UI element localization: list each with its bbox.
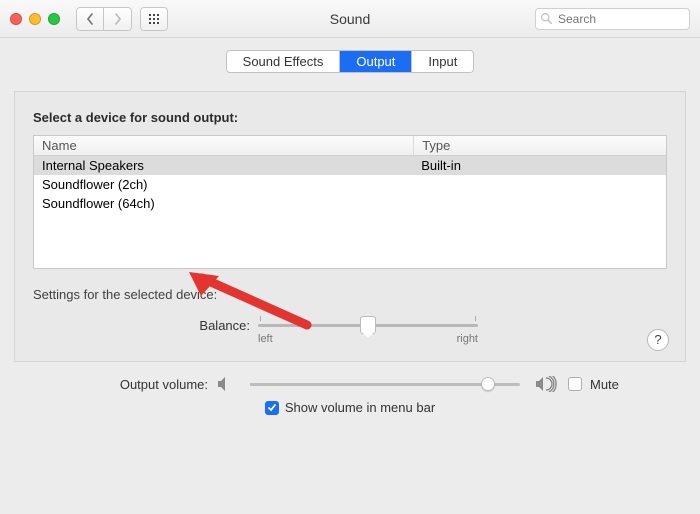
toolbar: Sound [0,0,700,38]
device-table: Name Type Internal Speakers Built-in Sou… [33,135,667,269]
table-row[interactable]: Soundflower (2ch) [34,175,666,194]
column-header-type[interactable]: Type [413,136,666,155]
device-type [413,194,666,213]
device-list[interactable]: Internal Speakers Built-in Soundflower (… [34,156,666,268]
table-row[interactable]: Internal Speakers Built-in [34,156,666,175]
search-icon [540,12,553,25]
search-input[interactable] [535,8,690,30]
balance-thumb[interactable] [360,316,376,334]
balance-control: Balance: left right [33,316,667,345]
tab-input[interactable]: Input [412,51,473,72]
output-pane: Select a device for sound output: Name T… [14,91,686,362]
forward-button[interactable] [104,7,132,31]
tab-output[interactable]: Output [340,51,412,72]
footer-controls: Output volume: Mute Show volume in menu … [28,376,672,415]
minimize-window-button[interactable] [29,13,41,25]
balance-right-label: right [457,333,478,345]
mute-checkbox[interactable] [568,377,582,391]
volume-label: Output volume: [28,377,208,392]
tab-bar: Sound Effects Output Input [0,50,700,73]
column-header-name[interactable]: Name [34,136,413,155]
table-row[interactable]: Soundflower (64ch) [34,194,666,213]
zoom-window-button[interactable] [48,13,60,25]
menubar-checkbox[interactable] [265,401,279,415]
settings-heading: Settings for the selected device: [33,287,667,302]
mute-label: Mute [590,377,619,392]
device-type: Built-in [413,156,666,175]
volume-thumb[interactable] [481,377,495,391]
device-name: Soundflower (64ch) [34,194,413,213]
speaker-max-icon [534,376,560,392]
balance-slider[interactable] [258,324,478,327]
balance-slider-container: left right [258,316,667,345]
window-controls [10,13,60,25]
device-name: Soundflower (2ch) [34,175,413,194]
tab-sound-effects[interactable]: Sound Effects [227,51,341,72]
device-name: Internal Speakers [34,156,413,175]
volume-row: Output volume: Mute [28,376,672,392]
show-all-button[interactable] [140,7,168,31]
help-button[interactable]: ? [647,329,669,351]
table-header: Name Type [34,136,666,156]
back-button[interactable] [76,7,104,31]
volume-slider[interactable] [250,383,520,386]
balance-left-label: left [258,333,273,345]
output-heading: Select a device for sound output: [33,110,667,125]
menubar-label: Show volume in menu bar [285,400,435,415]
device-type [413,175,666,194]
close-window-button[interactable] [10,13,22,25]
speaker-min-icon [216,376,236,392]
content-area: Sound Effects Output Input Select a devi… [0,38,700,514]
search-field-wrap [535,8,690,30]
nav-group [76,7,132,31]
balance-label: Balance: [33,316,258,345]
menubar-row: Show volume in menu bar [28,400,672,415]
